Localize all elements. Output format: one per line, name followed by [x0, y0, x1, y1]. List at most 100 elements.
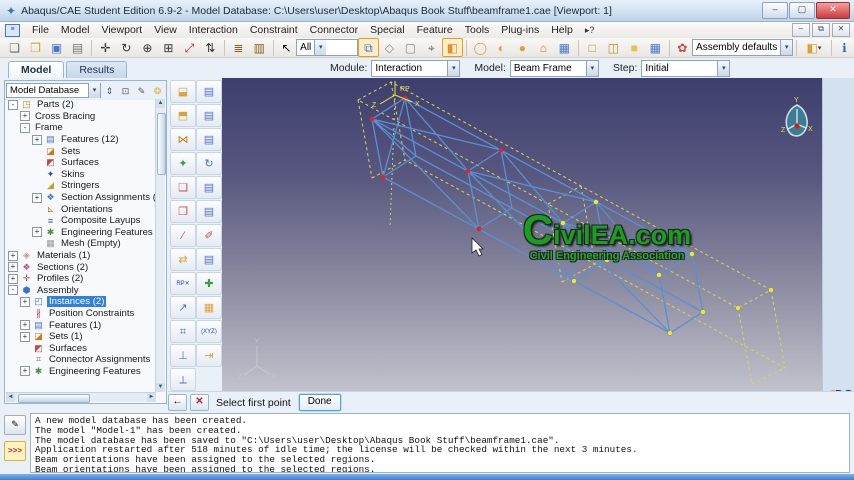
create-attachment-button[interactable]: ❏ [170, 176, 196, 199]
shaded-render-button[interactable]: ● [512, 38, 533, 57]
csys-tool-button[interactable]: ⟂ [170, 368, 196, 391]
cancel-procedure-button[interactable]: ✕ [190, 394, 209, 411]
mesh-cube-button[interactable]: ▦ [645, 38, 666, 57]
tree-row[interactable]: + ◪ Sets (1) [6, 331, 156, 343]
tree-row[interactable]: ▦ Mesh (Empty) [6, 238, 156, 250]
merge-wire-button[interactable]: ⇄ [170, 248, 196, 271]
edit-wire-button[interactable]: ✐ [196, 224, 222, 247]
view-cut-dropdown-button[interactable]: ◧ ▾ [800, 38, 828, 57]
info-button[interactable]: ℹ [835, 38, 854, 57]
tree-row[interactable]: ≡ Composite Layups [6, 215, 156, 227]
tree-row[interactable]: + ✛ Profiles (2) [6, 273, 156, 285]
tree-vertical-scrollbar[interactable]: ▲ ▼ [155, 99, 166, 392]
minimize-button[interactable]: – [762, 2, 788, 19]
tree-spin-button[interactable]: ⇕ [102, 84, 117, 98]
tree-row[interactable]: - ⬢ Assembly [6, 285, 156, 297]
toggle-selection-button[interactable]: ⧉ [357, 38, 379, 57]
chevron-down-icon[interactable]: ▾ [447, 60, 460, 76]
maximize-button[interactable]: ▢ [789, 2, 815, 19]
tree-expander[interactable]: + [20, 331, 30, 342]
menu-item[interactable]: File [26, 23, 55, 37]
chevron-down-icon[interactable]: ▾ [585, 60, 598, 76]
scrollbar-thumb[interactable] [18, 394, 90, 403]
tree-row[interactable]: + ▤ Features (12) [6, 134, 156, 146]
tree-expander[interactable]: + [20, 366, 30, 377]
open-file-button[interactable]: ❐ [25, 38, 46, 57]
tree-expander[interactable]: + [20, 111, 30, 122]
tree-expander[interactable]: + [8, 262, 18, 273]
tree-root-combo[interactable]: Model Database ▾ [6, 83, 101, 98]
perspective-button[interactable]: ▥ [249, 38, 270, 57]
pan-view-button[interactable]: ✛ [95, 38, 116, 57]
close-button[interactable]: ✕ [816, 2, 850, 19]
tree-expander[interactable]: - [20, 122, 30, 133]
reference-point-button[interactable]: RP✕ [170, 272, 196, 295]
menu-item[interactable]: Special [364, 23, 410, 37]
datum-point-button[interactable]: ✚ [196, 272, 222, 295]
align-tool-button[interactable]: ⇥ [196, 344, 222, 367]
tab-model[interactable]: Model [8, 61, 65, 78]
menu-item[interactable]: View [148, 23, 183, 37]
tree-expander[interactable]: + [20, 320, 30, 331]
viewport-canvas[interactable]: Z X RP Y Z X Y Z X CivilEA.com Civil Eng… [222, 78, 822, 391]
tree-row[interactable]: ✦ Skins [6, 169, 156, 181]
shaded-cube-button[interactable]: ■ [624, 38, 645, 57]
command-line-tab-button[interactable]: >>> [4, 441, 26, 461]
connector-csys-button[interactable]: ↻ [196, 152, 222, 175]
interaction-manager-button[interactable]: ▤ [196, 80, 222, 103]
menu-item[interactable]: Model [55, 23, 96, 37]
fit-view-button[interactable]: ⤢ [179, 38, 200, 57]
drag-rect-button[interactable]: ▢ [400, 38, 421, 57]
new-file-button[interactable]: ❏ [4, 38, 25, 57]
print-button[interactable]: ▤ [67, 38, 88, 57]
mdi-minimize-button[interactable]: – [792, 23, 810, 37]
previous-step-button[interactable]: ← [168, 394, 187, 411]
tab-results[interactable]: Results [66, 61, 128, 78]
done-button[interactable]: Done [298, 394, 341, 411]
tree-row[interactable]: + Cross Bracing [6, 111, 156, 123]
color-palette-button[interactable]: ✿ [673, 38, 692, 57]
save-button[interactable]: ▣ [46, 38, 67, 57]
tree-lightbulb-button[interactable]: ❂ [150, 84, 165, 98]
xyz-coordinate-button[interactable]: (XYZ) [196, 320, 222, 343]
tree-row[interactable]: + ▤ Features (1) [6, 319, 156, 331]
tree-expander[interactable]: - [8, 99, 18, 110]
scroll-down-icon[interactable]: ▼ [156, 383, 165, 392]
menu-item[interactable]: Constraint [244, 23, 304, 37]
box-zoom-button[interactable]: ⊞ [158, 38, 179, 57]
visualization-building-button[interactable]: ⌂ [533, 38, 554, 57]
amplitude-tool-button[interactable]: ✦ [170, 152, 196, 175]
tree-expander[interactable]: + [32, 227, 42, 238]
spring-dashpot-button[interactable]: ⌗ [170, 320, 196, 343]
tree-expander[interactable]: - [8, 285, 18, 296]
chevron-down-icon[interactable]: ▾ [314, 40, 327, 55]
cycle-views-button[interactable]: ⇅ [200, 38, 221, 57]
tree-row[interactable]: ◩ Surfaces [6, 157, 156, 169]
tree-row[interactable]: + ✱ Engineering Features [6, 227, 156, 239]
menu-item[interactable]: Connector [304, 23, 364, 37]
create-interaction-button[interactable]: ⬓ [170, 80, 196, 103]
menu-item[interactable]: Viewport [96, 23, 149, 37]
chevron-down-icon[interactable]: ▾ [717, 60, 730, 76]
tree-expander[interactable]: + [32, 192, 42, 203]
rotate-view-button[interactable]: ↻ [116, 38, 137, 57]
chevron-down-icon[interactable]: ▾ [780, 40, 793, 55]
magnify-view-button[interactable]: ⊕ [137, 38, 158, 57]
tree-row[interactable]: ∦ Position Constraints [6, 308, 156, 320]
mdi-close-button[interactable]: ✕ [832, 23, 850, 37]
scroll-up-icon[interactable]: ▲ [156, 99, 165, 108]
measure-button[interactable]: ⌖ [421, 38, 442, 57]
context-help-icon[interactable]: ▸? [585, 25, 595, 36]
chevron-down-icon[interactable]: ▾ [88, 83, 100, 98]
color-mode-combo[interactable]: Assembly defaults ▾ [692, 39, 794, 56]
tree-row[interactable]: + ◰ Instances (2) [6, 296, 156, 308]
tree-row[interactable]: + ❖ Section Assignments (1) [6, 192, 156, 204]
wireframe-render-button[interactable]: ◯ [470, 38, 491, 57]
menu-item[interactable]: Interaction [183, 23, 244, 37]
menu-item[interactable]: Feature [411, 23, 459, 37]
tree-row[interactable]: ⌗ Connector Assignments [6, 354, 156, 366]
menu-item[interactable]: Plug-ins [495, 23, 545, 37]
ghost-cube-button[interactable]: ◇ [379, 38, 400, 57]
wireframe-cube-button[interactable]: □ [582, 38, 603, 57]
create-constraint-button[interactable]: ⬒ [170, 104, 196, 127]
